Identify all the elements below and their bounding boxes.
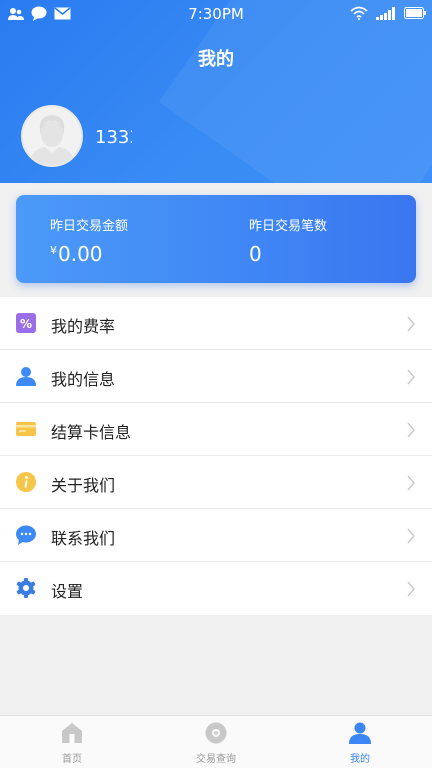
menu-item-settings[interactable]: 设置 bbox=[0, 562, 432, 615]
stats-card: 昨日交易金额 ¥0.00 昨日交易笔数 0 bbox=[16, 195, 416, 283]
battery-icon bbox=[404, 7, 426, 19]
stat-amount-label: 昨日交易金额 bbox=[50, 219, 129, 234]
menu-item-about[interactable]: 关于我们 bbox=[0, 456, 432, 509]
chevron-right-icon bbox=[407, 369, 415, 385]
menu-item-label: 关于我们 bbox=[51, 476, 116, 495]
wifi-icon bbox=[350, 6, 368, 20]
tab-home[interactable]: 首页 bbox=[0, 716, 144, 768]
chevron-right-icon bbox=[407, 316, 415, 332]
profile-header: 7:30PM 我的 1333 bbox=[0, 0, 432, 183]
tab-label: 交易查询 bbox=[196, 754, 236, 765]
person-icon bbox=[16, 367, 36, 386]
default-avatar-icon bbox=[23, 107, 81, 165]
amount-number: 0.00 bbox=[58, 242, 103, 266]
chat-icon bbox=[16, 525, 36, 545]
user-icon bbox=[349, 722, 371, 744]
bottom-tab-bar: 首页 交易查询 我的 bbox=[0, 715, 432, 768]
menu-list: % 我的费率 我的信息 结算卡信息 关于我们 联系我们 设置 bbox=[0, 297, 432, 615]
menu-item-label: 我的费率 bbox=[51, 317, 116, 336]
svg-text:%: % bbox=[20, 317, 32, 331]
chevron-right-icon bbox=[407, 422, 415, 438]
home-icon bbox=[62, 723, 82, 743]
menu-item-contact[interactable]: 联系我们 bbox=[0, 509, 432, 562]
stat-count: 昨日交易笔数 0 bbox=[249, 215, 327, 266]
menu-item-label: 我的信息 bbox=[51, 370, 116, 389]
tab-query[interactable]: 交易查询 bbox=[144, 716, 288, 768]
stat-count-value: 0 bbox=[249, 242, 262, 266]
chevron-right-icon bbox=[407, 581, 415, 597]
query-icon bbox=[205, 722, 227, 744]
stat-amount: 昨日交易金额 ¥0.00 bbox=[50, 215, 128, 266]
tab-label: 首页 bbox=[62, 754, 82, 765]
menu-item-label: 结算卡信息 bbox=[51, 423, 132, 442]
currency-symbol: ¥ bbox=[50, 244, 57, 257]
menu-item-label: 设置 bbox=[51, 582, 84, 601]
chevron-right-icon bbox=[407, 528, 415, 544]
card-icon bbox=[16, 422, 36, 436]
percent-icon: % bbox=[16, 313, 36, 333]
menu-item-card[interactable]: 结算卡信息 bbox=[0, 403, 432, 456]
stat-amount-value: ¥0.00 bbox=[50, 242, 128, 266]
gear-icon bbox=[16, 578, 36, 598]
tab-mine[interactable]: 我的 bbox=[288, 716, 432, 768]
info-icon bbox=[16, 472, 36, 492]
menu-item-info[interactable]: 我的信息 bbox=[0, 350, 432, 403]
tab-label: 我的 bbox=[350, 754, 370, 765]
signal-icon bbox=[376, 6, 395, 20]
avatar[interactable] bbox=[21, 105, 83, 167]
menu-item-rate[interactable]: % 我的费率 bbox=[0, 297, 432, 350]
status-bar: 7:30PM bbox=[0, 0, 432, 28]
page-title: 我的 bbox=[198, 49, 234, 70]
stat-count-label: 昨日交易笔数 bbox=[249, 219, 328, 234]
username: 1333 bbox=[95, 127, 132, 148]
chevron-right-icon bbox=[407, 475, 415, 491]
menu-item-label: 联系我们 bbox=[51, 529, 116, 548]
